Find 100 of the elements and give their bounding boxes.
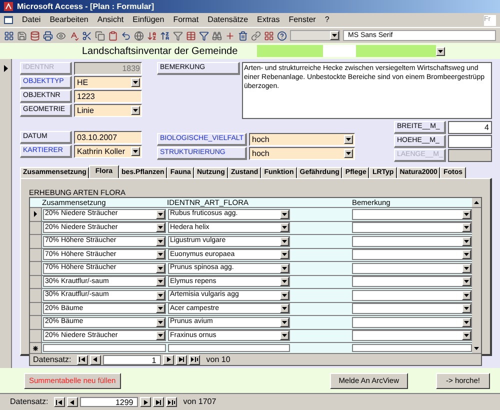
filter-icon[interactable] xyxy=(199,30,209,40)
filter-icon[interactable] xyxy=(173,30,183,40)
sort-ascending-icon[interactable] xyxy=(147,30,157,40)
menu-item[interactable]: Datei xyxy=(22,14,41,26)
dropdown-button[interactable] xyxy=(156,304,165,314)
combo-box[interactable] xyxy=(352,330,472,342)
preview-icon[interactable] xyxy=(56,30,66,40)
paste-icon[interactable] xyxy=(108,30,118,40)
dropdown-button[interactable] xyxy=(131,106,140,115)
last-record-button[interactable] xyxy=(176,354,188,364)
new-record-icon[interactable] xyxy=(225,30,235,40)
dropdown-button[interactable] xyxy=(156,210,165,219)
dropdown-button[interactable] xyxy=(280,264,289,273)
dropdown-button[interactable] xyxy=(280,250,289,260)
dropdown-button[interactable] xyxy=(280,331,289,340)
dropdown-button[interactable] xyxy=(462,223,471,232)
combo-box[interactable] xyxy=(352,276,472,288)
combo-box[interactable] xyxy=(352,249,472,260)
dropdown-button[interactable] xyxy=(462,277,471,286)
dropdown-button[interactable] xyxy=(344,135,353,144)
menu-item[interactable]: Bearbeiten xyxy=(50,14,88,26)
dropdown-button[interactable] xyxy=(280,223,289,232)
dropdown-button[interactable] xyxy=(156,290,165,300)
combo-box[interactable] xyxy=(352,316,472,328)
next-record-button[interactable] xyxy=(140,397,152,407)
sort-descending-icon[interactable] xyxy=(160,30,170,40)
menu-item[interactable]: Einfügen xyxy=(132,14,164,26)
help-icon[interactable] xyxy=(277,30,287,40)
dropdown-button[interactable] xyxy=(330,31,339,40)
number-field[interactable]: 4 xyxy=(448,121,492,134)
globe-icon[interactable] xyxy=(134,30,144,40)
combo-box[interactable] xyxy=(43,344,166,352)
dropdown-button[interactable] xyxy=(462,304,471,314)
menu-item[interactable]: ? xyxy=(324,14,330,26)
row-selector[interactable] xyxy=(30,208,42,220)
dropdown-button[interactable] xyxy=(462,264,471,273)
combo-box[interactable] xyxy=(352,290,472,301)
combo-box[interactable] xyxy=(352,222,472,234)
text-field[interactable]: 03.10.2007 xyxy=(74,131,142,144)
table-icon[interactable] xyxy=(186,30,196,40)
previous-record-button[interactable] xyxy=(90,354,102,364)
dropdown-button[interactable] xyxy=(280,304,289,314)
dropdown-button[interactable] xyxy=(462,250,471,260)
record-number-field[interactable]: 1 xyxy=(103,354,162,364)
combo-box[interactable] xyxy=(168,344,290,352)
menu-item[interactable]: Fenster xyxy=(288,14,316,26)
first-record-button[interactable] xyxy=(77,354,88,364)
dropdown-button[interactable] xyxy=(156,277,165,286)
dropdown-button[interactable] xyxy=(280,277,289,286)
dropdown-button[interactable] xyxy=(462,318,471,327)
dropdown-button[interactable] xyxy=(156,318,165,327)
combo-box[interactable]: hoch xyxy=(249,147,355,160)
dropdown-button[interactable] xyxy=(436,46,445,56)
dropdown-button[interactable] xyxy=(280,290,289,300)
first-record-button[interactable] xyxy=(54,397,66,407)
binoculars-icon[interactable] xyxy=(212,30,222,40)
combo-box[interactable] xyxy=(352,303,472,314)
copy-icon[interactable] xyxy=(95,30,105,40)
dropdown-button[interactable] xyxy=(462,236,471,246)
next-record-button[interactable] xyxy=(163,354,174,364)
database-icon[interactable] xyxy=(30,30,40,40)
combo-box[interactable]: hoch xyxy=(249,133,355,146)
new-record-button[interactable] xyxy=(189,354,200,364)
window-icon[interactable] xyxy=(264,30,274,40)
combo-box[interactable] xyxy=(352,344,472,352)
dropdown-button[interactable] xyxy=(280,318,289,327)
previous-record-button[interactable] xyxy=(67,397,78,407)
scrollbar[interactable] xyxy=(472,208,481,353)
delete-icon[interactable] xyxy=(238,30,248,40)
dropdown-button[interactable] xyxy=(131,147,140,156)
menu-item[interactable]: Extras xyxy=(257,14,280,26)
dropdown-button[interactable] xyxy=(280,236,289,246)
undo-icon[interactable] xyxy=(121,30,131,40)
menu-item[interactable]: Ansicht xyxy=(97,14,124,26)
dropdown-button[interactable] xyxy=(156,264,165,273)
number-field[interactable] xyxy=(448,135,492,148)
dropdown-button[interactable] xyxy=(462,290,471,300)
text-field[interactable]: 1223 xyxy=(74,90,142,103)
scroll-up-button[interactable] xyxy=(472,198,481,207)
dropdown-button[interactable] xyxy=(462,210,471,219)
dropdown-button[interactable] xyxy=(156,223,165,232)
print-icon[interactable] xyxy=(43,30,53,40)
new-record-button[interactable] xyxy=(166,397,178,407)
menu-item[interactable]: Datensätze xyxy=(208,14,248,26)
cut-icon[interactable] xyxy=(82,30,92,40)
spellcheck-icon[interactable] xyxy=(69,30,79,40)
view-icon[interactable] xyxy=(4,30,14,40)
save-icon[interactable] xyxy=(17,30,27,40)
combo-box[interactable]: HE xyxy=(74,76,142,89)
combo-box[interactable] xyxy=(352,208,472,220)
combo-box[interactable]: Linie xyxy=(74,104,142,117)
link-icon[interactable] xyxy=(251,30,261,40)
record-number-field[interactable]: 1299 xyxy=(80,397,138,407)
last-record-button[interactable] xyxy=(153,397,164,407)
dropdown-button[interactable] xyxy=(462,331,471,340)
combo-box[interactable] xyxy=(352,262,472,274)
dropdown-button[interactable] xyxy=(156,250,165,260)
dropdown-button[interactable] xyxy=(156,331,165,340)
object-combo[interactable] xyxy=(290,30,340,41)
dropdown-button[interactable] xyxy=(344,149,353,158)
